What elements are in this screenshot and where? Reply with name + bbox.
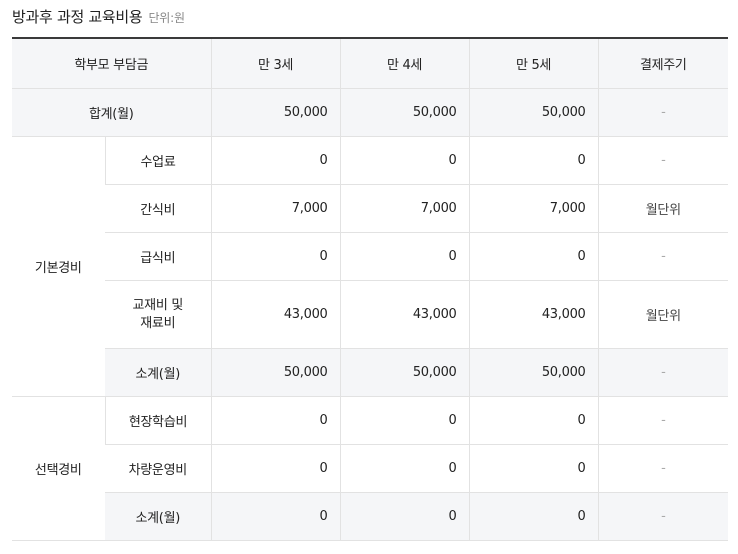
cell-age3: 0	[210, 396, 341, 445]
cell-age4: 0	[339, 396, 470, 445]
header-age4: 만 4세	[339, 38, 470, 89]
cell-cycle: -	[597, 396, 729, 445]
subtotal-age3: 50,000	[210, 348, 341, 397]
group-optional: 선택경비	[12, 396, 105, 541]
subtotal-cycle: -	[597, 492, 729, 541]
cell-age4: 0	[339, 232, 470, 281]
subtotal-age4: 0	[339, 492, 470, 541]
subtotal-label: 소계(월)	[105, 348, 212, 397]
subtotal-age3: 0	[210, 492, 341, 541]
cell-age4: 0	[339, 136, 470, 185]
subtotal-row: 소계(월) 50,000 50,000 50,000 -	[12, 348, 729, 397]
subtotal-age4: 50,000	[339, 348, 470, 397]
row-label-text: 교재비 및 재료비	[132, 297, 184, 331]
row-label: 차량운영비	[105, 444, 212, 493]
header-row: 학부모 부담금 만 3세 만 4세 만 5세 결제주기	[12, 38, 729, 89]
cell-cycle: 월단위	[597, 184, 729, 233]
cell-age5: 0	[468, 136, 599, 185]
total-age4: 50,000	[339, 88, 470, 137]
table-title: 방과후 과정 교육비용	[12, 8, 143, 26]
cell-cycle: 월단위	[597, 280, 729, 349]
cell-age3: 7,000	[210, 184, 341, 233]
subtotal-age5: 0	[468, 492, 599, 541]
group-basic: 기본경비	[12, 136, 105, 397]
total-age3: 50,000	[210, 88, 341, 137]
subtotal-cycle: -	[597, 348, 729, 397]
total-cycle: -	[597, 88, 729, 137]
cell-age5: 0	[468, 396, 599, 445]
total-age5: 50,000	[468, 88, 599, 137]
cell-age3: 0	[210, 232, 341, 281]
table-row: 차량운영비 0 0 0 -	[12, 444, 729, 493]
row-label: 간식비	[105, 184, 212, 233]
header-payer: 학부모 부담금	[12, 38, 212, 89]
row-label: 현장학습비	[104, 396, 212, 445]
cell-age4: 7,000	[339, 184, 470, 233]
cell-age4: 43,000	[339, 280, 470, 349]
cell-age5: 7,000	[468, 184, 599, 233]
table-row: 기본경비 수업료 0 0 0 -	[12, 136, 729, 397]
fee-section: 방과후 과정 교육비용 단위:원 학부모 부담금 만 3세 만 4세 만 5세 …	[0, 0, 738, 554]
total-row: 합계(월) 50,000 50,000 50,000 -	[12, 88, 729, 137]
table-row: 선택경비 현장학습비 0 0 0 -	[12, 396, 729, 541]
cell-age3: 0	[210, 136, 341, 185]
fee-table: 학부모 부담금 만 3세 만 4세 만 5세 결제주기 합계(월) 50,000…	[12, 37, 729, 541]
cell-age3: 43,000	[210, 280, 341, 349]
cell-age5: 43,000	[468, 280, 599, 349]
cell-cycle: -	[597, 136, 729, 185]
subtotal-age5: 50,000	[468, 348, 599, 397]
cell-age5: 0	[468, 232, 599, 281]
subtotal-row: 소계(월) 0 0 0 -	[12, 492, 729, 541]
header-age5: 만 5세	[468, 38, 599, 89]
cell-age4: 0	[339, 444, 470, 493]
table-row: 급식비 0 0 0 -	[12, 232, 729, 281]
cell-age5: 0	[468, 444, 599, 493]
subtotal-label: 소계(월)	[105, 492, 212, 541]
row-label: 교재비 및 재료비	[105, 280, 212, 349]
header-cycle: 결제주기	[597, 38, 729, 89]
cell-cycle: -	[597, 232, 729, 281]
row-label: 급식비	[105, 232, 212, 281]
cell-age3: 0	[210, 444, 341, 493]
header-age3: 만 3세	[210, 38, 341, 89]
table-row: 교재비 및 재료비 43,000 43,000 43,000 월단위	[12, 280, 729, 349]
row-label: 수업료	[104, 136, 212, 185]
section-title: 방과후 과정 교육비용 단위:원	[12, 6, 185, 32]
table-row: 간식비 7,000 7,000 7,000 월단위	[12, 184, 729, 233]
unit-note: 단위:원	[148, 11, 185, 25]
cell-cycle: -	[597, 444, 729, 493]
total-label: 합계(월)	[12, 88, 212, 137]
